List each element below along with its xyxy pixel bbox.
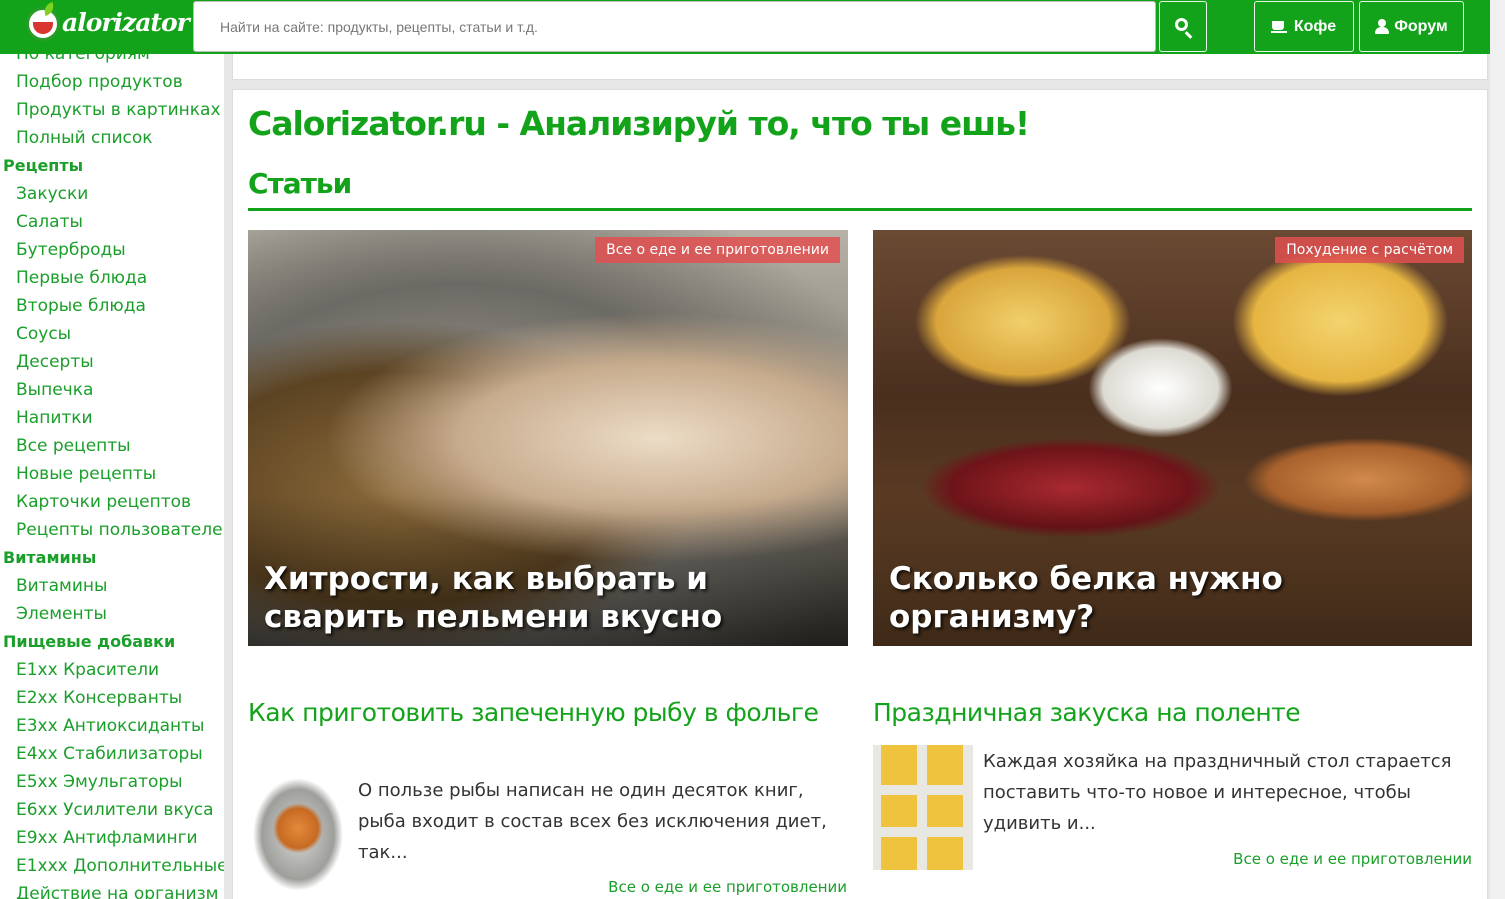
section-title-articles: Статьи bbox=[248, 167, 352, 200]
page-title: Calorizator.ru - Анализируй то, что ты е… bbox=[248, 104, 1030, 143]
user-icon bbox=[1375, 19, 1390, 34]
category-badge[interactable]: Все о еде и ее приготовлении bbox=[595, 237, 840, 263]
sidebar-link[interactable]: E4xx Стабилизаторы bbox=[0, 740, 224, 768]
feature-title: Хитрости, как выбрать и сварить пельмени… bbox=[264, 561, 723, 635]
sidebar-link[interactable]: Салаты bbox=[0, 208, 224, 236]
feature-article-protein[interactable]: Похудение с расчётом Сколько белка нужно… bbox=[873, 230, 1472, 646]
sidebar-link[interactable]: Рецепты пользователей bbox=[0, 516, 224, 544]
sidebar-link[interactable]: Выпечка bbox=[0, 376, 224, 404]
sidebar: По категориям Подбор продуктов Продукты в … bbox=[0, 0, 224, 899]
page-scrollbar[interactable] bbox=[1490, 0, 1505, 899]
article-thumbnail-polenta[interactable] bbox=[873, 745, 973, 870]
forum-button[interactable]: Форум bbox=[1359, 1, 1464, 52]
sidebar-link[interactable]: E5xx Эмульгаторы bbox=[0, 768, 224, 796]
sidebar-link[interactable]: Все рецепты bbox=[0, 432, 224, 460]
article-title-fish[interactable]: Как приготовить запеченную рыбу в фольге bbox=[248, 698, 848, 727]
sidebar-link[interactable]: E3xx Антиоксиданты bbox=[0, 712, 224, 740]
site-logo[interactable]: alorizator bbox=[24, 2, 190, 50]
sidebar-link[interactable]: Вторые блюда bbox=[0, 292, 224, 320]
search-button[interactable] bbox=[1159, 1, 1207, 52]
article-excerpt: Каждая хозяйка на праздничный стол стара… bbox=[983, 751, 1452, 834]
sidebar-section-heading[interactable]: Пищевые добавки bbox=[0, 628, 224, 656]
sidebar-link[interactable]: Продукты в картинках bbox=[0, 96, 224, 124]
sidebar-link[interactable]: Соусы bbox=[0, 320, 224, 348]
sidebar-link[interactable]: Подбор продуктов bbox=[0, 68, 224, 96]
sidebar-link[interactable]: Карточки рецептов bbox=[0, 488, 224, 516]
article-thumbnail-fish[interactable] bbox=[248, 772, 348, 897]
search-icon bbox=[1175, 18, 1188, 31]
watermelon-logo-icon bbox=[26, 7, 60, 41]
coffee-button[interactable]: Кофе bbox=[1254, 1, 1354, 52]
sidebar-section-heading[interactable]: Рецепты bbox=[0, 152, 224, 180]
sidebar-link[interactable]: Действие на организм bbox=[0, 880, 224, 899]
sidebar-link[interactable]: E6xx Усилители вкуса bbox=[0, 796, 224, 824]
coffee-cup-icon bbox=[1270, 20, 1289, 33]
sidebar-link[interactable]: Элементы bbox=[0, 600, 224, 628]
sidebar-link[interactable]: Десерты bbox=[0, 348, 224, 376]
sidebar-section-heading[interactable]: Витамины bbox=[0, 544, 224, 572]
sidebar-link[interactable]: Витамины bbox=[0, 572, 224, 600]
sidebar-link[interactable]: Закуски bbox=[0, 180, 224, 208]
section-divider bbox=[248, 208, 1472, 211]
feature-article-dumplings[interactable]: Все о еде и ее приготовлении Хитрости, к… bbox=[248, 230, 848, 646]
sidebar-link[interactable]: Первые блюда bbox=[0, 264, 224, 292]
coffee-label: Кофе bbox=[1293, 17, 1337, 35]
search-input[interactable] bbox=[220, 2, 1129, 51]
logo-text: alorizator bbox=[62, 8, 190, 37]
sidebar-link[interactable]: Бутерброды bbox=[0, 236, 224, 264]
sidebar-link[interactable]: Полный список bbox=[0, 124, 224, 152]
sidebar-link[interactable]: E2xx Консерванты bbox=[0, 684, 224, 712]
article-category-link[interactable]: Все о еде и ее приготовлении bbox=[1233, 850, 1472, 868]
article-category-link[interactable]: Все о еде и ее приготовлении bbox=[608, 878, 847, 896]
sidebar-link[interactable]: E9xx Антифламинги bbox=[0, 824, 224, 852]
forum-label: Форум bbox=[1394, 17, 1448, 35]
sidebar-link[interactable]: Новые рецепты bbox=[0, 460, 224, 488]
top-bar: alorizator Кофе Форум bbox=[0, 0, 1490, 54]
article-excerpt: О пользе рыбы написан не один десяток кн… bbox=[358, 780, 827, 863]
sidebar-link[interactable]: E1xx Красители bbox=[0, 656, 224, 684]
category-badge[interactable]: Похудение с расчётом bbox=[1275, 237, 1464, 263]
sidebar-link[interactable]: Напитки bbox=[0, 404, 224, 432]
search-box bbox=[193, 1, 1156, 52]
feature-title: Сколько белка нужно организму? bbox=[889, 561, 1283, 635]
article-title-polenta[interactable]: Праздничная закуска на поленте bbox=[873, 698, 1473, 727]
sidebar-menu: По категориям Подбор продуктов Продукты в … bbox=[0, 40, 224, 899]
sidebar-link[interactable]: E1xxx Дополнительные bbox=[0, 852, 224, 880]
